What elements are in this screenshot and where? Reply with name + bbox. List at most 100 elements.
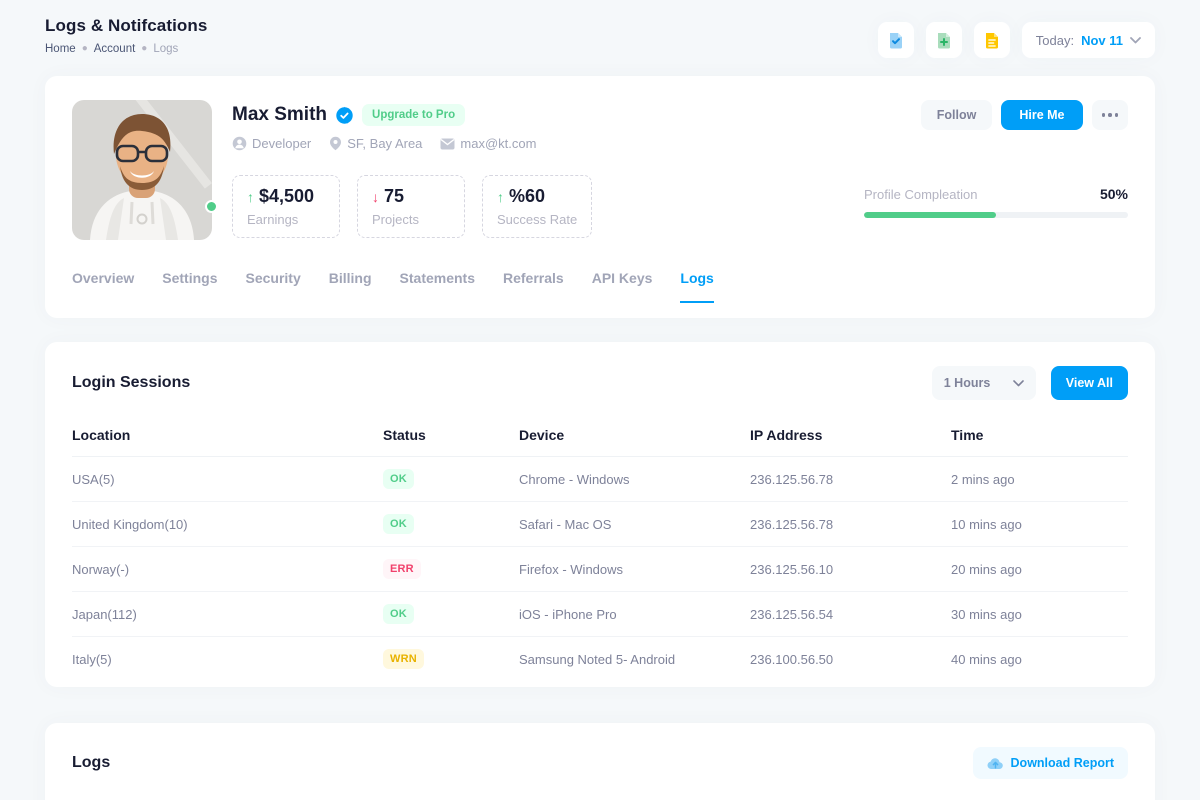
column-time: Time	[951, 414, 1128, 457]
status-badge: ERR	[383, 559, 421, 579]
file-lines-icon	[982, 30, 1002, 50]
cell-location: Norway(-)	[72, 547, 383, 592]
cell-location: USA(5)	[72, 457, 383, 502]
cell-location: Italy(5)	[72, 637, 383, 682]
column-device: Device	[519, 414, 750, 457]
cell-location: Japan(112)	[72, 592, 383, 637]
file-plus-icon	[934, 30, 954, 50]
status-badge: OK	[383, 514, 414, 534]
profile-completion: Profile Compleation 50%	[864, 186, 1128, 218]
arrow-down-icon: ↓	[372, 189, 379, 205]
hire-me-button[interactable]: Hire Me	[1001, 100, 1082, 130]
breadcrumb-separator: ●	[82, 44, 88, 54]
logs-card: Logs Download Report 500 ERR POST /v1/in…	[45, 723, 1155, 800]
table-row: Italy(5) WRN Samsung Noted 5- Android 23…	[72, 637, 1128, 682]
view-all-button[interactable]: View All	[1051, 366, 1128, 400]
login-sessions-card: Login Sessions 1 Hours View All Location…	[45, 342, 1155, 687]
progress-percent: 50%	[1100, 186, 1128, 202]
online-status-dot	[205, 200, 218, 213]
cell-location: United Kingdom(10)	[72, 502, 383, 547]
cloud-download-icon	[987, 757, 1004, 770]
upgrade-to-pro-badge[interactable]: Upgrade to Pro	[362, 104, 465, 126]
breadcrumb-current: Logs	[153, 43, 178, 55]
stat-success-rate: ↑ %60 Success Rate	[482, 175, 592, 238]
follow-button[interactable]: Follow	[921, 100, 993, 130]
stat-label: Projects	[372, 212, 450, 227]
cell-ip: 236.100.56.50	[750, 637, 951, 682]
tab-api-keys[interactable]: API Keys	[592, 270, 653, 303]
status-badge: OK	[383, 604, 414, 624]
progress-fill	[864, 212, 996, 218]
stat-value: 75	[384, 186, 404, 207]
file-check-button[interactable]	[878, 22, 914, 58]
more-options-button[interactable]	[1092, 100, 1129, 130]
tab-referrals[interactable]: Referrals	[503, 270, 564, 303]
page-title: Logs & Notifcations	[45, 16, 207, 36]
arrow-up-icon: ↑	[497, 189, 504, 205]
profile-role: Developer	[232, 136, 311, 151]
stat-value: $4,500	[259, 186, 314, 207]
chevron-down-icon	[1013, 380, 1024, 387]
breadcrumb-separator: ●	[141, 44, 147, 54]
table-row: United Kingdom(10) OK Safari - Mac OS 23…	[72, 502, 1128, 547]
column-ip-address: IP Address	[750, 414, 951, 457]
cell-device: Chrome - Windows	[519, 457, 750, 502]
stat-label: Success Rate	[497, 212, 577, 227]
tab-security[interactable]: Security	[246, 270, 301, 303]
verified-badge-icon	[335, 106, 354, 125]
user-icon	[232, 136, 247, 151]
column-location: Location	[72, 414, 383, 457]
envelope-icon	[440, 138, 455, 150]
file-plus-button[interactable]	[926, 22, 962, 58]
hours-filter-select[interactable]: 1 Hours	[932, 366, 1036, 400]
stat-earnings: ↑ $4,500 Earnings	[232, 175, 340, 238]
chevron-down-icon	[1130, 37, 1141, 44]
stat-label: Earnings	[247, 212, 325, 227]
table-row: Norway(-) ERR Firefox - Windows 236.125.…	[72, 547, 1128, 592]
tab-logs[interactable]: Logs	[680, 270, 713, 303]
status-badge: WRN	[383, 649, 424, 669]
cell-ip: 236.125.56.78	[750, 457, 951, 502]
breadcrumb-account[interactable]: Account	[94, 43, 136, 55]
download-report-button[interactable]: Download Report	[973, 747, 1128, 779]
profile-card: Max Smith Upgrade to Pro Developer SF, B…	[45, 76, 1155, 318]
cell-time: 10 mins ago	[951, 502, 1128, 547]
progress-label: Profile Compleation	[864, 187, 977, 202]
progress-bar	[864, 212, 1128, 218]
profile-location-label: SF, Bay Area	[347, 136, 422, 151]
file-lines-button[interactable]	[974, 22, 1010, 58]
file-check-icon	[886, 30, 906, 50]
table-header-row: Location Status Device IP Address Time	[72, 414, 1128, 457]
download-report-label: Download Report	[1011, 756, 1114, 770]
date-value: Nov 11	[1081, 33, 1123, 48]
cell-ip: 236.125.56.54	[750, 592, 951, 637]
cell-time: 30 mins ago	[951, 592, 1128, 637]
status-badge: OK	[383, 469, 414, 489]
cell-device: Firefox - Windows	[519, 547, 750, 592]
cell-ip: 236.125.56.10	[750, 547, 951, 592]
map-pin-icon	[329, 136, 342, 151]
breadcrumb-home[interactable]: Home	[45, 43, 76, 55]
avatar	[72, 100, 212, 240]
profile-location: SF, Bay Area	[329, 136, 422, 151]
stat-projects: ↓ 75 Projects	[357, 175, 465, 238]
tab-settings[interactable]: Settings	[162, 270, 217, 303]
date-picker[interactable]: Today: Nov 11	[1022, 22, 1155, 58]
profile-tabs: Overview Settings Security Billing State…	[72, 270, 1128, 303]
cell-device: Safari - Mac OS	[519, 502, 750, 547]
tab-billing[interactable]: Billing	[329, 270, 372, 303]
profile-name: Max Smith	[232, 104, 327, 126]
tab-overview[interactable]: Overview	[72, 270, 134, 303]
breadcrumb: Home ● Account ● Logs	[45, 43, 207, 55]
stat-value: %60	[509, 186, 545, 207]
profile-email: max@kt.com	[440, 136, 536, 151]
hours-filter-value: 1 Hours	[944, 376, 991, 390]
tab-statements[interactable]: Statements	[400, 270, 475, 303]
header-toolbar: Today: Nov 11	[878, 22, 1155, 58]
arrow-up-icon: ↑	[247, 189, 254, 205]
profile-email-label: max@kt.com	[460, 136, 536, 151]
cell-device: Samsung Noted 5- Android	[519, 637, 750, 682]
date-label: Today:	[1036, 33, 1074, 48]
logs-title: Logs	[72, 754, 110, 772]
cell-ip: 236.125.56.78	[750, 502, 951, 547]
